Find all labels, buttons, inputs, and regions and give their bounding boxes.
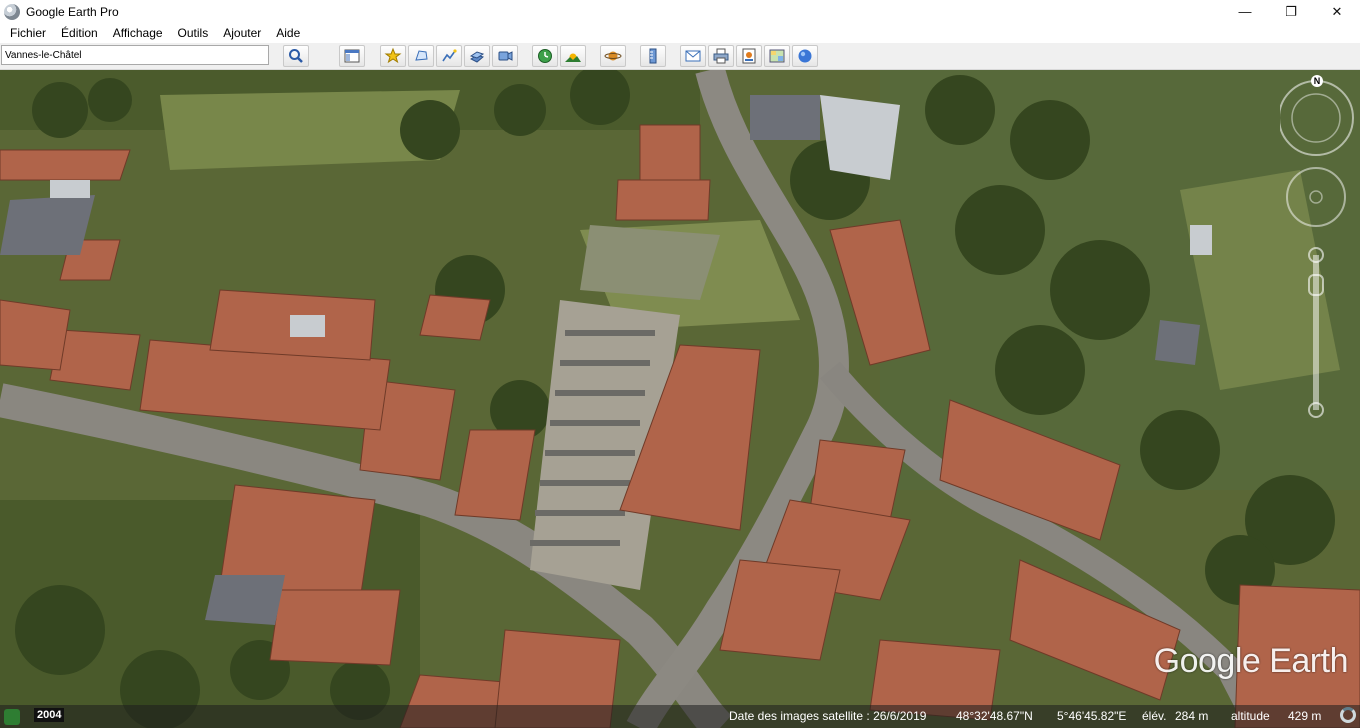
title-bar: Google Earth Pro — ❐ ✕ bbox=[0, 0, 1360, 23]
ruler-icon bbox=[649, 48, 657, 64]
historical-imagery-button[interactable] bbox=[532, 45, 558, 67]
elevation-readout: 284 m bbox=[1175, 709, 1209, 723]
overlay-icon bbox=[469, 51, 485, 63]
elevation-label: élév. bbox=[1142, 709, 1167, 723]
google-earth-app-icon bbox=[4, 3, 20, 20]
altitude-readout: 429 m bbox=[1288, 709, 1322, 723]
imagery-date: Date des images satellite : 26/6/2019 bbox=[729, 709, 927, 723]
menu-outils[interactable]: Outils bbox=[170, 23, 216, 43]
longitude-readout: 5°46'45.82"E bbox=[1057, 709, 1127, 723]
sidebar-toggle-button[interactable] bbox=[339, 45, 365, 67]
map-icon bbox=[769, 49, 785, 63]
ruler-button[interactable] bbox=[640, 45, 666, 67]
imagery-year-badge: 2004 bbox=[34, 708, 65, 722]
add-placemark-button[interactable] bbox=[380, 45, 406, 67]
view-in-maps-button[interactable] bbox=[764, 45, 790, 67]
historical-imagery-icon[interactable] bbox=[4, 709, 20, 725]
tour-icon bbox=[498, 51, 513, 61]
google-maps-button[interactable] bbox=[792, 45, 818, 67]
compass-north-label[interactable]: N bbox=[1311, 75, 1323, 87]
maps-icon bbox=[798, 49, 812, 63]
look-ring[interactable] bbox=[1278, 80, 1354, 156]
record-tour-button[interactable] bbox=[492, 45, 518, 67]
search-button[interactable] bbox=[283, 45, 309, 67]
google-earth-watermark: Google Earth bbox=[1153, 642, 1349, 680]
menu-bar: Fichier Édition Affichage Outils Ajouter… bbox=[0, 23, 1360, 43]
search-icon bbox=[289, 49, 303, 63]
menu-affichage[interactable]: Affichage bbox=[105, 23, 170, 43]
navigation-control-graphics bbox=[1278, 80, 1354, 418]
close-button[interactable]: ✕ bbox=[1314, 0, 1360, 23]
map-view[interactable] bbox=[0, 70, 1360, 728]
satellite-imagery bbox=[0, 70, 1360, 728]
print-button[interactable] bbox=[708, 45, 734, 67]
menu-edition[interactable]: Édition bbox=[53, 23, 105, 43]
save-image-button[interactable] bbox=[736, 45, 762, 67]
menu-fichier[interactable]: Fichier bbox=[0, 23, 53, 43]
minimize-button[interactable]: — bbox=[1222, 0, 1268, 23]
path-icon bbox=[442, 49, 457, 62]
look-joystick[interactable] bbox=[1291, 93, 1341, 143]
sidebar-icon bbox=[344, 49, 360, 63]
status-bar: 2004 Date des images satellite : 26/6/20… bbox=[0, 705, 1360, 728]
window-title: Google Earth Pro bbox=[26, 4, 119, 19]
menu-aide[interactable]: Aide bbox=[268, 23, 307, 43]
print-icon bbox=[713, 48, 729, 64]
sunlight-button[interactable] bbox=[560, 45, 586, 67]
add-image-overlay-button[interactable] bbox=[464, 45, 490, 67]
save-image-icon bbox=[742, 48, 756, 64]
move-joystick[interactable] bbox=[1286, 167, 1346, 227]
polygon-icon bbox=[415, 50, 428, 61]
search-input[interactable] bbox=[1, 45, 269, 65]
planets-icon bbox=[604, 51, 622, 61]
placemark-icon bbox=[384, 47, 402, 64]
add-path-button[interactable] bbox=[436, 45, 462, 67]
email-icon bbox=[685, 50, 701, 62]
latitude-readout: 48°32'48.67"N bbox=[956, 709, 1033, 723]
historical-imagery-icon bbox=[538, 49, 552, 63]
loading-spinner-icon bbox=[1340, 707, 1356, 723]
altitude-label: altitude bbox=[1231, 709, 1270, 723]
navigation-controls: N bbox=[1278, 70, 1360, 430]
sunlight-icon bbox=[565, 53, 581, 62]
maximize-button[interactable]: ❐ bbox=[1268, 0, 1314, 23]
planets-button[interactable] bbox=[600, 45, 626, 67]
toolbar bbox=[0, 43, 1360, 70]
email-button[interactable] bbox=[680, 45, 706, 67]
move-joystick-center[interactable] bbox=[1309, 190, 1323, 204]
menu-ajouter[interactable]: Ajouter bbox=[215, 23, 268, 43]
window-controls: — ❐ ✕ bbox=[1222, 0, 1360, 23]
add-polygon-button[interactable] bbox=[408, 45, 434, 67]
